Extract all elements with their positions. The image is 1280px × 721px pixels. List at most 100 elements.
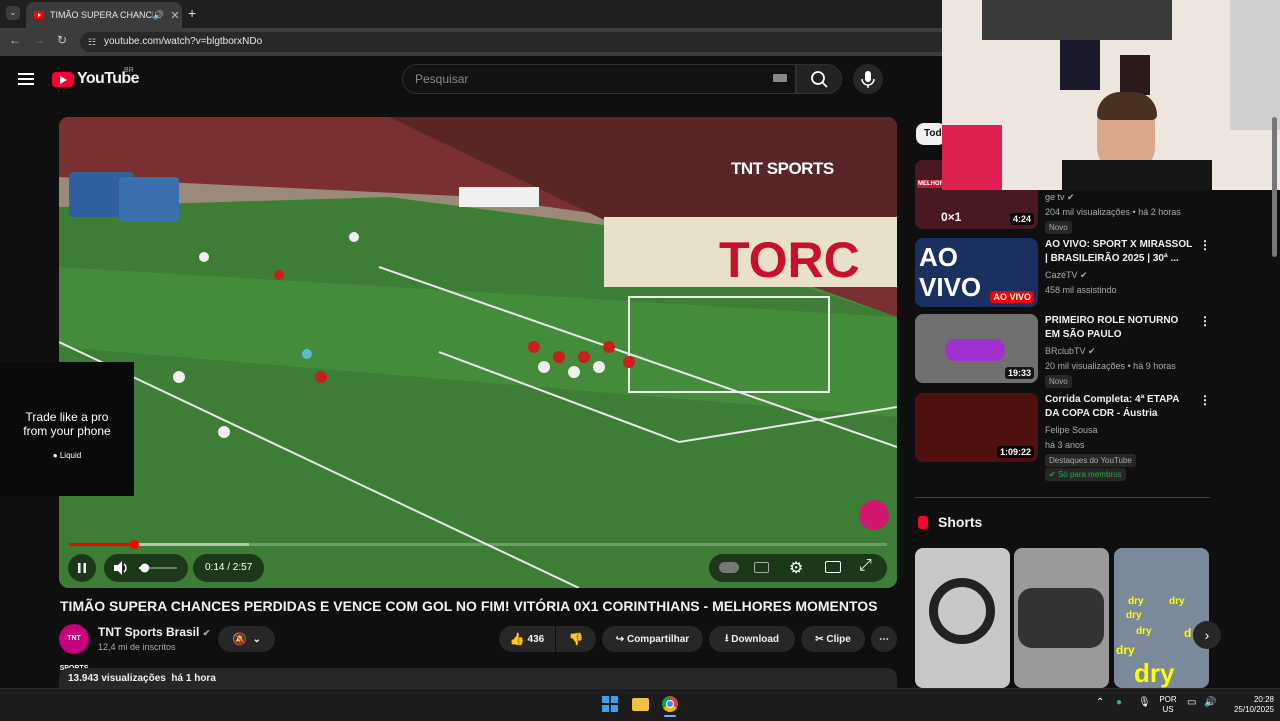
- clock[interactable]: 20:28 25/10/2025: [1224, 695, 1274, 715]
- video-meta: 20 mil visualizações • há 9 horas: [1045, 361, 1176, 371]
- video-duration: 4:24: [1009, 213, 1034, 225]
- search-button[interactable]: [796, 64, 842, 94]
- download-icon: ⭳: [724, 632, 729, 644]
- volume-control[interactable]: [104, 554, 188, 582]
- video-thumbnail[interactable]: AO VIVO AO VIVO: [915, 238, 1038, 307]
- short-caption: dry: [1128, 596, 1144, 607]
- video-meta: 458 mil assistindo: [1045, 285, 1117, 295]
- share-label: Compartilhar: [626, 633, 690, 645]
- tab-search-button[interactable]: ⌄: [6, 6, 20, 20]
- short-thumbnail[interactable]: [1014, 548, 1109, 688]
- youtube-highlights-badge: Destaques do YouTube: [1045, 454, 1136, 467]
- forward-arrow-icon[interactable]: →: [33, 33, 45, 47]
- video-thumbnail[interactable]: 1:09:22: [915, 393, 1038, 462]
- close-tab-icon[interactable]: ✕: [168, 9, 182, 22]
- back-arrow-icon[interactable]: ←: [9, 33, 21, 47]
- fullscreen-icon[interactable]: ⤢: [859, 557, 872, 575]
- keyboard-icon[interactable]: [773, 74, 787, 82]
- members-only-text: Só para membros: [1057, 470, 1122, 479]
- search-input[interactable]: Pesquisar: [402, 64, 796, 94]
- play-pause-button[interactable]: [68, 554, 96, 582]
- more-vertical-icon[interactable]: ⋮: [1199, 314, 1211, 328]
- reload-icon[interactable]: ↻: [57, 33, 67, 47]
- windows-start-icon[interactable]: [602, 696, 618, 712]
- pause-icon: [78, 563, 86, 573]
- members-only-badge: ✔ Só para membros: [1045, 468, 1126, 481]
- clip-button[interactable]: ✂ Clipe: [801, 626, 865, 652]
- video-meta: 204 mil visualizações • há 2 horas: [1045, 207, 1181, 217]
- advertisement-overlay[interactable]: Trade like a pro from your phone ● Liquid: [0, 362, 134, 496]
- video-thumbnail[interactable]: 19:33: [915, 314, 1038, 383]
- channel-name[interactable]: Felipe Sousa: [1045, 425, 1098, 435]
- video-title[interactable]: PRIMEIRO ROLE NOTURNO EM SÃO PAULO: [1045, 314, 1195, 342]
- car-image: [945, 339, 1005, 361]
- video-title[interactable]: Corrida Completa: 4ª ETAPA DA COPA CDR -…: [1045, 393, 1195, 421]
- view-count: 13.943 visualizações: [68, 673, 166, 684]
- file-explorer-icon[interactable]: [632, 698, 649, 711]
- autoplay-toggle[interactable]: [719, 562, 739, 573]
- new-tab-button[interactable]: +: [188, 5, 196, 21]
- channel-name[interactable]: ge tv ✔: [1045, 192, 1075, 203]
- subtitles-icon[interactable]: [754, 562, 769, 573]
- share-button[interactable]: ↪ Compartilhar: [602, 626, 703, 652]
- short-thumbnail[interactable]: dry dry dry dry dry d dry: [1114, 548, 1209, 688]
- clip-label: Clipe: [826, 633, 851, 645]
- like-button[interactable]: 👍 436: [499, 626, 555, 652]
- display-icon[interactable]: ▭: [1187, 698, 1196, 708]
- channel-name[interactable]: BRclubTV ✔: [1045, 346, 1096, 357]
- theater-mode-icon[interactable]: [825, 561, 841, 573]
- right-controls: ⚙ ⤢: [709, 554, 887, 582]
- tray-overflow-icon[interactable]: ⌃: [1096, 698, 1104, 708]
- chrome-icon[interactable]: [662, 696, 678, 712]
- channel-name[interactable]: TNT Sports Brasil ✔: [98, 625, 210, 639]
- browser-tab[interactable]: TIMÃO SUPERA CHANCES PERDIDAS 🔊 ✕: [26, 2, 182, 28]
- played-bar: [69, 543, 135, 546]
- subscriber-count: 12,4 mi de inscritos: [98, 642, 176, 652]
- network-status-icon[interactable]: ●: [1116, 698, 1122, 708]
- volume-icon[interactable]: [104, 554, 188, 582]
- chrome-active-indicator: [664, 715, 676, 717]
- country-code: BR: [124, 67, 134, 74]
- streamer-hair: [1097, 92, 1157, 120]
- ad-line-1: Trade like a pro: [25, 410, 109, 424]
- youtube-play-icon: [52, 71, 74, 87]
- keyboard-layout: US: [1162, 705, 1174, 714]
- dislike-button[interactable]: 👎: [556, 626, 596, 652]
- site-info-icon[interactable]: ☷: [88, 32, 96, 52]
- more-vertical-icon[interactable]: ⋮: [1199, 393, 1211, 407]
- voice-search-button[interactable]: [853, 64, 883, 94]
- settings-gear-icon[interactable]: ⚙: [789, 558, 803, 578]
- short-thumbnail[interactable]: [915, 548, 1010, 688]
- chevron-right-icon: ›: [1204, 627, 1210, 643]
- scissors-icon: ✂: [815, 633, 824, 645]
- channel-avatar[interactable]: TNT SPORTS: [59, 624, 89, 672]
- shorts-heading-text: Shorts: [938, 514, 983, 530]
- download-button[interactable]: ⭳ Download: [709, 626, 795, 652]
- audio-playing-icon[interactable]: 🔊: [153, 10, 164, 21]
- shorts-next-button[interactable]: ›: [1193, 621, 1221, 649]
- address-bar[interactable]: ☷ youtube.com/watch?v=blgtborxNDo: [80, 32, 960, 52]
- progress-bar[interactable]: [69, 540, 887, 549]
- sidebar-scrollbar[interactable]: [1272, 117, 1277, 257]
- video-title[interactable]: AO VIVO: SPORT X MIRASSOL | BRASILEIRÃO …: [1045, 238, 1195, 266]
- video-player[interactable]: TORC TNT SPORTS: [59, 117, 897, 588]
- microphone-tray-icon[interactable]: 🎙: [1138, 698, 1151, 708]
- hamburger-menu-icon[interactable]: [18, 70, 34, 85]
- video-frame: TORC: [59, 117, 897, 588]
- liquid-drop-icon: ●: [52, 451, 58, 460]
- video-duration: 19:33: [1004, 367, 1034, 379]
- speaker-icon[interactable]: 🔊: [1204, 698, 1216, 708]
- time-display: 0:14 / 2:57: [193, 554, 265, 582]
- language-indicator[interactable]: POR US: [1156, 695, 1180, 715]
- more-actions-button[interactable]: ⋯: [871, 626, 897, 652]
- short-caption: dry: [1136, 626, 1152, 637]
- more-vertical-icon[interactable]: ⋮: [1199, 238, 1211, 252]
- scrubber-handle[interactable]: [129, 540, 139, 549]
- channel-name[interactable]: CazéTV ✔: [1045, 270, 1088, 281]
- youtube-logo[interactable]: YouTube BR: [52, 67, 139, 88]
- clock-time: 20:28: [1253, 695, 1274, 704]
- channel-avatar-text: TNT SPORTS: [60, 635, 89, 672]
- shorts-heading: Shorts: [918, 514, 982, 530]
- player-controls: 0:14 / 2:57 ⚙ ⤢: [59, 540, 897, 588]
- subscription-bell-button[interactable]: 🔕 ⌄: [218, 626, 275, 652]
